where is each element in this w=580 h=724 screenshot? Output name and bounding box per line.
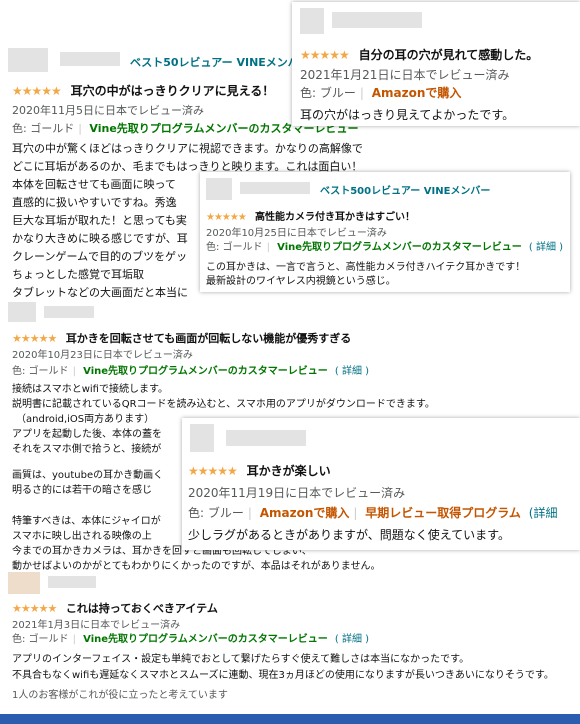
review-body-line: タブレットなどの大画面だと本当に xyxy=(12,286,188,299)
star-rating: ★★★★★ xyxy=(300,48,350,62)
reviewer-name xyxy=(226,430,306,446)
reviewer-badge: ベスト500レビュアー VINEメンバー xyxy=(320,186,491,197)
review-body-line: かなり大きめに映る感じですが、耳 xyxy=(12,232,188,245)
review-title[interactable]: これは持っておくべきアイテム xyxy=(66,602,218,615)
review-body-line: 直感的に扱いやすいですね。秀逸 xyxy=(12,196,177,209)
details-link[interactable]: ( 詳細 ) xyxy=(529,242,563,253)
vine-program-label: Vine先取りプログラムメンバーのカスタマーレビュー xyxy=(83,366,328,377)
review-body-line: 巨大な耳垢が取れた！と思っても実 xyxy=(12,214,187,227)
color-variant: 色: ゴールド xyxy=(12,366,69,377)
early-reviewer-label: 早期レビュー取得プログラム xyxy=(365,506,521,520)
color-variant: 色: ゴールド xyxy=(206,242,263,253)
verified-purchase-label: Amazonで購入 xyxy=(259,506,350,520)
reviewer-name xyxy=(332,12,422,28)
review-body-line: 耳穴の中が驚くほどはっきりクリアに視認できます。かなりの高解像で xyxy=(12,142,363,155)
footer-bar xyxy=(0,714,580,724)
review-body-line: 最新設計のワイヤレス内視鏡という感じ。 xyxy=(206,276,396,287)
avatar xyxy=(8,302,36,322)
review-body-line: ちょっとした感覚で耳垢取 xyxy=(12,268,144,281)
avatar xyxy=(8,48,48,72)
star-rating: ★★★★★ xyxy=(12,602,57,615)
review-body-line: 画質は、youtubeの耳かき動画く xyxy=(12,470,164,481)
review-title[interactable]: 耳かきを回転させても画面が回転しない機能が優秀すぎる xyxy=(66,332,351,345)
review-body-line: 明るさ的には若干の暗さを感じ xyxy=(12,485,152,496)
review-date: 2021年1月21日に日本でレビュー済み xyxy=(300,68,510,82)
review-body-line: アプリを起動した後、本体の蓋を xyxy=(12,429,162,440)
star-rating: ★★★★★ xyxy=(12,332,57,345)
review-body-line: 説明書に記載されているQRコードを読み込むと、スマホ用のアプリがダウンロードでき… xyxy=(12,399,435,410)
review-date: 2020年10月23日に日本でレビュー済み xyxy=(12,350,193,361)
review-body-line: アプリのインターフェイス・設定も単純でおとして繋げたらすぐ使えて難しさは本当にな… xyxy=(12,654,470,665)
review-title[interactable]: 耳かきが楽しい xyxy=(247,464,331,478)
review-body-line: それをスマホ側で拾うと、接続が xyxy=(12,444,162,455)
vine-program-label: Vine先取りプログラムメンバーのカスタマーレビュー xyxy=(83,634,328,645)
review-body: 少しラグがあるときがありますが、問題なく使えています。 xyxy=(188,528,510,542)
avatar xyxy=(206,178,232,200)
reviewer-name xyxy=(60,52,120,66)
color-variant: 色: ブルー xyxy=(188,506,244,520)
review-card-2: ★★★★★ 自分の耳の穴が見れて感動した。 2021年1月21日に日本でレビュー… xyxy=(292,2,580,126)
review-body-line: 接続はスマホとwifiで接続します。 xyxy=(12,384,168,395)
review-card-5: ★★★★★ 耳かきが楽しい 2020年11月19日に日本でレビュー済み 色: ブ… xyxy=(182,418,580,550)
review-title[interactable]: 自分の耳の穴が見れて感動した。 xyxy=(359,48,539,62)
review-date: 2021年1月3日に日本でレビュー済み xyxy=(12,620,181,631)
reviewer-name xyxy=(48,576,96,588)
review-date: 2020年11月19日に日本でレビュー済み xyxy=(188,486,406,500)
color-variant: 色: ブルー xyxy=(300,86,356,100)
verified-purchase-label: Amazonで購入 xyxy=(371,86,462,100)
review-body-line: スマホに映し出される映像の上 xyxy=(12,531,152,542)
review-card-6: ★★★★★ これは持っておくべきアイテム 2021年1月3日に日本でレビュー済み… xyxy=(0,570,580,714)
reviewer-name xyxy=(240,182,310,194)
review-body-line: 不具合もなくwifiも遅延なくスマホとスムーズに連動、現在3ヵ月ほどの使用になり… xyxy=(12,670,554,681)
review-body-line: （android,iOS両方あります） xyxy=(16,414,155,425)
details-link[interactable]: (詳細 xyxy=(529,506,558,520)
details-link[interactable]: ( 詳細 ) xyxy=(335,634,369,645)
reviewer-name xyxy=(44,306,94,318)
star-rating: ★★★★★ xyxy=(206,212,247,223)
review-body-line: この耳かきは、一言で言うと、高性能カメラ付きハイテク耳かきです！ xyxy=(206,262,526,273)
review-body-line: 特筆すべきは、本体にジャイロが xyxy=(12,516,161,527)
color-variant: 色: ゴールド xyxy=(12,122,75,135)
helpful-count: 1人のお客様がこれが役に立ったと考えています xyxy=(12,690,228,701)
reviewer-badge: ベスト50レビュアー VINEメンバー xyxy=(130,56,310,69)
review-title[interactable]: 高性能カメラ付き耳かきはすごい！ xyxy=(255,212,415,223)
star-rating: ★★★★★ xyxy=(12,84,62,98)
star-rating: ★★★★★ xyxy=(188,464,238,478)
review-title[interactable]: 耳穴の中がはっきりクリアに見える！ xyxy=(71,84,275,98)
avatar xyxy=(190,424,214,452)
review-body-line: クレーンゲームで目的のブツをゲッ xyxy=(12,250,188,263)
review-body-line: 動かせばよいのかがとてもわかりにくかったのですが、本品はそれがありません。 xyxy=(12,561,381,570)
review-body-line: 本体を回転させても画面に映って xyxy=(12,178,176,191)
avatar xyxy=(8,572,40,594)
review-date: 2020年10月25日に日本でレビュー済み xyxy=(206,228,387,239)
avatar xyxy=(300,8,324,34)
review-card-3: ベスト500レビュアー VINEメンバー ★★★★★ 高性能カメラ付き耳かきはす… xyxy=(200,172,570,292)
review-body: 耳の穴がはっきり見えてよかったです。 xyxy=(300,108,515,122)
color-variant: 色: ゴールド xyxy=(12,634,69,645)
vine-program-label: Vine先取りプログラムメンバーのカスタマーレビュー xyxy=(277,242,522,253)
review-date: 2020年11月5日に日本でレビュー済み xyxy=(12,104,204,117)
details-link[interactable]: ( 詳細 ) xyxy=(335,366,369,377)
